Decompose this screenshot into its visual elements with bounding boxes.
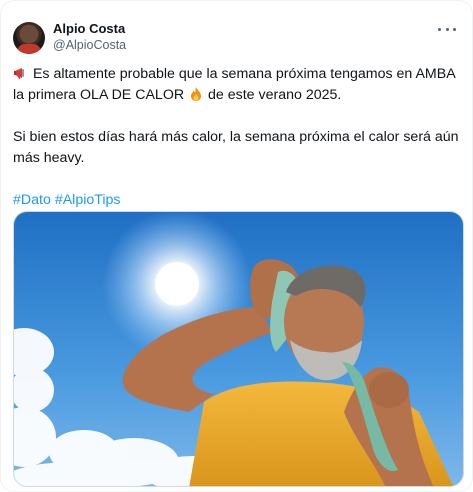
more-dot	[438, 27, 441, 31]
author-name[interactable]: Alpio Costa	[53, 21, 126, 37]
tweet-hashtags: #Dato #AlpioTips	[13, 190, 465, 211]
tweet-paragraph-1: Es altamente probable que la semana próx…	[13, 64, 465, 106]
tweet-paragraph-2: Si bien estos días hará más calor, la se…	[13, 129, 459, 166]
author-handle[interactable]: @AlpioCosta	[53, 37, 126, 53]
hashtag-alpiotips[interactable]: #AlpioTips	[55, 192, 121, 208]
tweet-author: Alpio Costa @AlpioCosta	[53, 21, 126, 53]
more-options-icon[interactable]	[435, 21, 459, 37]
tweet-image[interactable]	[13, 211, 464, 487]
more-dot	[445, 27, 449, 31]
tweet-text: Es altamente probable que la semana próx…	[13, 64, 465, 211]
more-dot	[453, 27, 456, 31]
avatar-shirt	[17, 44, 41, 54]
tweet-text-part-2: de este verano 2025.	[208, 87, 342, 103]
hashtag-dato[interactable]: #Dato	[13, 192, 51, 208]
heat-photo	[14, 212, 463, 486]
avatar[interactable]	[13, 22, 45, 54]
megaphone-icon	[13, 65, 29, 81]
tweet-card[interactable]: Alpio Costa @AlpioCosta Es altamente pro…	[0, 0, 473, 492]
fire-icon	[188, 86, 204, 102]
